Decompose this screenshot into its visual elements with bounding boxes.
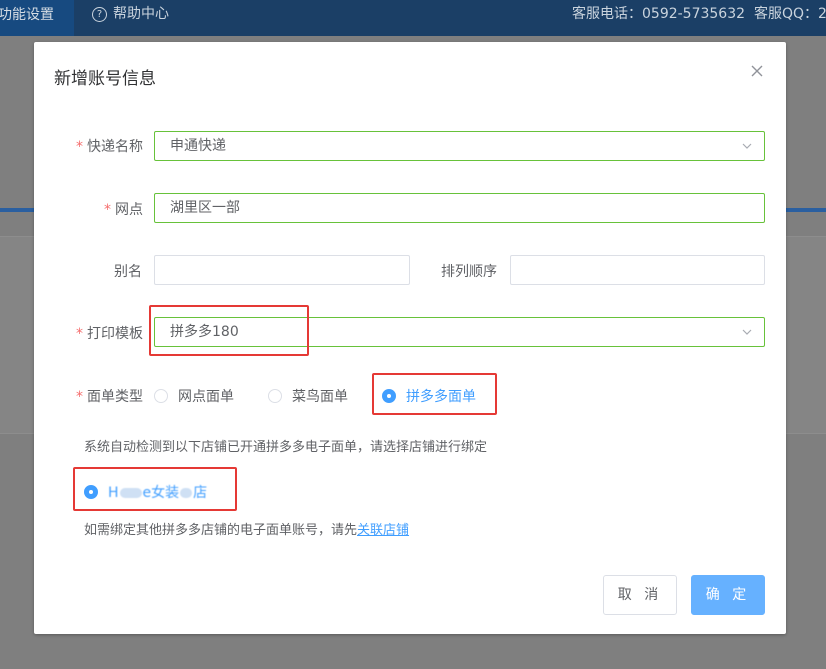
support-qq: 客服QQ：2 <box>754 6 826 22</box>
sort-order-input[interactable] <box>510 255 765 285</box>
nav-tab-settings[interactable]: 功能设置 <box>0 0 74 36</box>
add-account-dialog: 新增账号信息 * 快递名称 申通快递 * 网点 湖里区一部 别名 排列顺序 * 打印模… <box>34 42 786 634</box>
bg-divider-right <box>786 208 826 212</box>
cancel-button[interactable]: 取 消 <box>603 575 677 615</box>
template-select-value: 拼多多180 <box>170 324 239 340</box>
nav-help-center[interactable]: ? 帮助中心 <box>92 3 169 23</box>
template-label-text: 打印模板 <box>87 326 143 342</box>
alias-label: 别名 <box>114 264 142 280</box>
required-marker: * <box>76 389 83 405</box>
shop-name-suffix: 店 <box>193 485 208 501</box>
courier-label-text: 快递名称 <box>87 139 143 155</box>
radio-pdd-waybill-label: 拼多多面单 <box>406 389 476 405</box>
outlet-input[interactable]: 湖里区一部 <box>154 193 765 223</box>
dialog-title: 新增账号信息 <box>54 69 156 89</box>
required-marker: * <box>76 326 83 342</box>
radio-circle <box>154 389 168 403</box>
question-icon: ? <box>92 7 107 22</box>
bg-divider-left <box>0 208 34 212</box>
radio-pdd-waybill[interactable]: 拼多多面单 <box>382 386 476 406</box>
template-label: * 打印模板 <box>76 323 143 343</box>
close-icon[interactable] <box>748 62 766 80</box>
outlet-input-value: 湖里区一部 <box>170 200 240 216</box>
radio-shop[interactable]: He女装店 <box>84 482 207 502</box>
confirm-button[interactable]: 确 定 <box>691 575 765 615</box>
shop-name-mid: e女装 <box>142 485 180 501</box>
sort-order-label: 排列顺序 <box>441 264 497 280</box>
bg-panel-right <box>786 236 826 434</box>
redaction-blur <box>180 488 193 498</box>
courier-label: * 快递名称 <box>76 136 143 156</box>
link-shop-link[interactable]: 关联店铺 <box>357 523 409 538</box>
nav-tab-settings-label: 功能设置 <box>0 7 54 23</box>
required-marker: * <box>104 202 111 218</box>
radio-cainiao-waybill-label: 菜鸟面单 <box>292 389 348 405</box>
waybill-type-label: * 面单类型 <box>76 386 143 406</box>
shop-name: He女装店 <box>108 482 207 502</box>
support-phone: 客服电话：0592-5735632 <box>572 6 746 22</box>
required-marker: * <box>76 139 83 155</box>
bind-hint-text: 如需绑定其他拼多多店铺的电子面单账号，请先 <box>84 523 358 538</box>
top-navbar: 功能设置 ? 帮助中心 客服电话：0592-5735632 客服QQ：2 <box>0 0 826 36</box>
courier-select-value: 申通快递 <box>170 138 226 154</box>
alias-input[interactable] <box>154 255 410 285</box>
template-select[interactable]: 拼多多180 <box>154 317 765 347</box>
help-center-label: 帮助中心 <box>113 6 169 22</box>
radio-circle <box>268 389 282 403</box>
courier-select[interactable]: 申通快递 <box>154 131 765 161</box>
redaction-blur <box>119 488 142 498</box>
bind-hint: 如需绑定其他拼多多店铺的电子面单账号，请先关联店铺 <box>84 519 409 538</box>
detect-hint: 系统自动检测到以下店铺已开通拼多多电子面单，请选择店铺进行绑定 <box>84 440 488 455</box>
bg-panel-left <box>0 236 34 434</box>
shop-name-prefix: H <box>108 485 119 501</box>
radio-circle-checked <box>84 485 98 499</box>
outlet-label-text: 网点 <box>115 202 143 218</box>
radio-outlet-waybill-label: 网点面单 <box>178 389 234 405</box>
chevron-down-icon <box>742 329 752 335</box>
outlet-label: * 网点 <box>104 199 143 219</box>
radio-outlet-waybill[interactable]: 网点面单 <box>154 386 234 406</box>
chevron-down-icon <box>742 143 752 149</box>
waybill-type-label-text: 面单类型 <box>87 389 143 405</box>
radio-circle-checked <box>382 389 396 403</box>
radio-cainiao-waybill[interactable]: 菜鸟面单 <box>268 386 348 406</box>
